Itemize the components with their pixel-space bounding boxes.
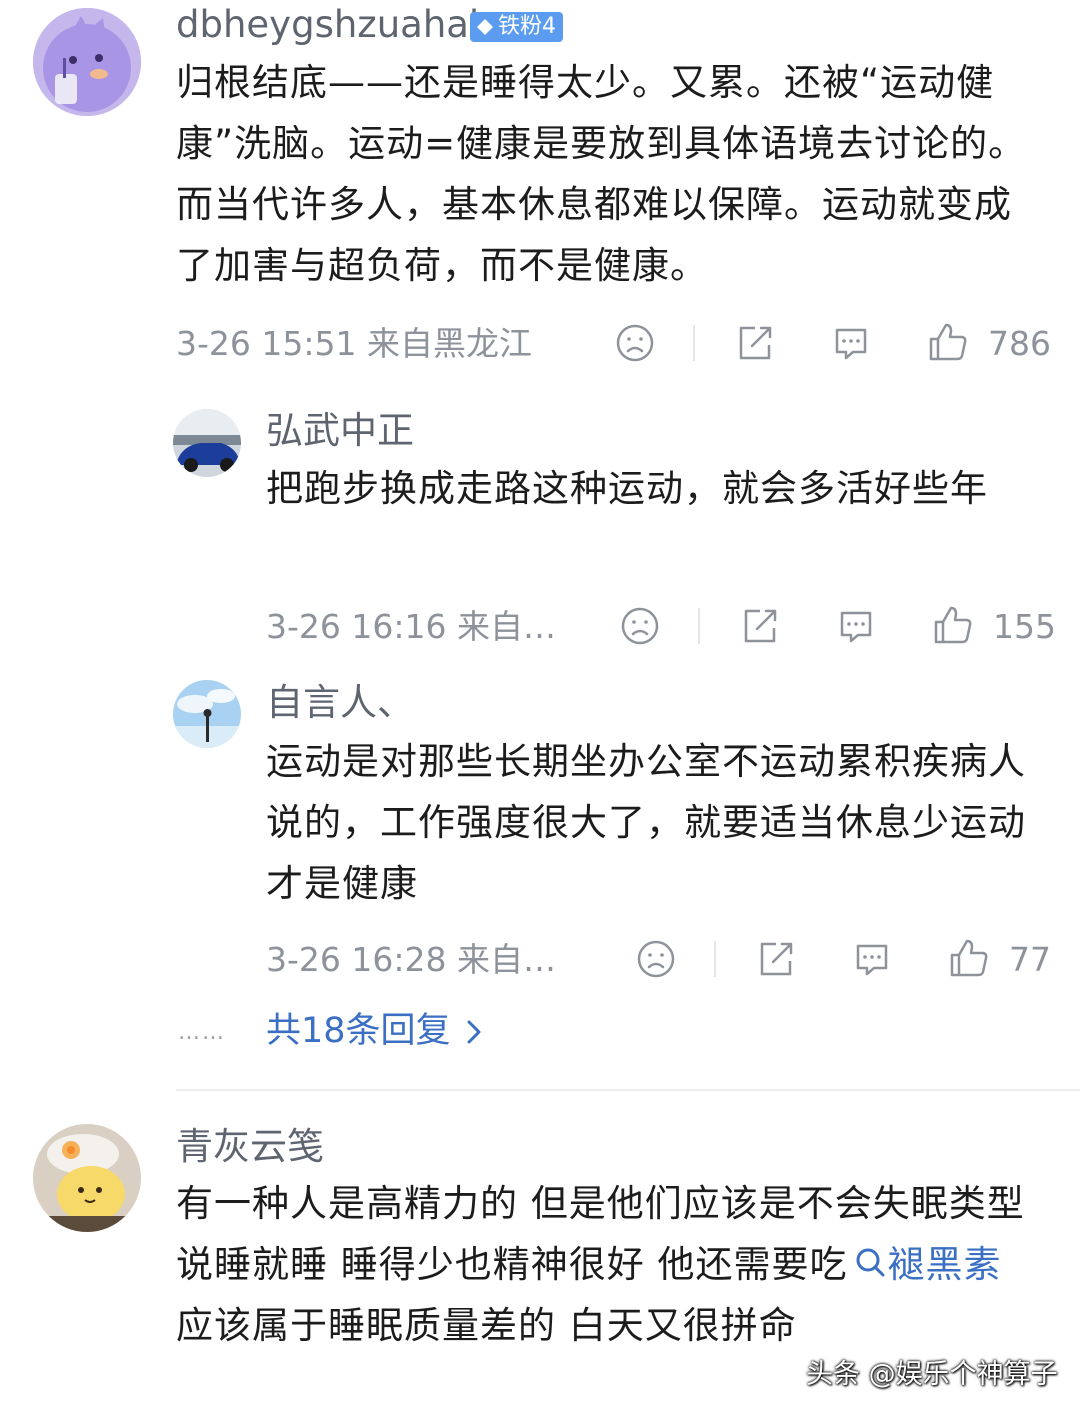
replies-link-label: 共18条回复	[266, 1011, 451, 1051]
comment-meta: 3-26 16:16 来自…	[266, 607, 556, 646]
dislike-face-icon[interactable]	[615, 323, 655, 363]
search-link[interactable]: 褪黑素	[848, 1243, 1002, 1286]
comment-text-part: 应该属于睡眠质量差的 白天又很拼命	[176, 1304, 797, 1347]
reply-icon[interactable]	[852, 939, 892, 979]
like-thumb-icon[interactable]	[948, 937, 990, 979]
username[interactable]: 弘武中正	[266, 412, 414, 449]
search-link-label: 褪黑素	[887, 1243, 1002, 1286]
search-icon	[856, 1248, 885, 1277]
avatar[interactable]	[33, 8, 141, 116]
divider	[693, 325, 695, 361]
fan-level-badge: 铁粉4	[470, 12, 563, 42]
comment-meta: 3-26 16:28 来自…	[266, 940, 556, 979]
comment-text: 归根结底——还是睡得太少。又累。还被“运动健康”洗脑。运动=健康是要放到具体语境…	[176, 61, 1027, 287]
avatar[interactable]	[33, 1124, 141, 1232]
share-icon[interactable]	[756, 939, 796, 979]
divider	[698, 608, 700, 644]
like-count: 155	[993, 607, 1056, 646]
divider	[714, 941, 716, 977]
sky-avatar-icon	[173, 680, 241, 748]
replies-dots: ……	[178, 1020, 226, 1045]
dislike-face-icon[interactable]	[636, 939, 676, 979]
plush-toy-avatar-icon	[33, 1124, 141, 1232]
username[interactable]: 青灰云笺	[176, 1128, 324, 1165]
purple-cartoon-avatar-icon	[33, 8, 141, 116]
like-thumb-icon[interactable]	[927, 321, 969, 363]
watermark: 头条 @娱乐个神算子	[806, 1359, 1058, 1390]
like-count: 77	[1009, 940, 1051, 979]
chevron-right-icon	[467, 1020, 481, 1043]
avatar[interactable]	[173, 680, 241, 748]
share-icon[interactable]	[735, 323, 775, 363]
username[interactable]: dbheygshzuahah	[176, 6, 492, 43]
comment-text: 有一种人是高精力的 但是他们应该是不会失眠类型 说睡就睡 睡得少也精神很好 他还…	[176, 1173, 1046, 1356]
reply-icon[interactable]	[836, 606, 876, 646]
comment-divider	[176, 1089, 1080, 1091]
comment-text: 运动是对那些长期坐办公室不运动累积疾病人说的，工作强度很大了，就要适当休息少运动…	[266, 740, 1026, 905]
avatar[interactable]	[173, 409, 241, 477]
view-all-replies-link[interactable]: 共18条回复	[266, 1014, 481, 1049]
reply-icon[interactable]	[831, 323, 871, 363]
like-count: 786	[988, 324, 1051, 363]
diamond-icon	[477, 19, 493, 35]
comment-meta: 3-26 15:51 来自黑龙江	[176, 324, 532, 363]
username[interactable]: 自言人、	[266, 684, 414, 721]
dislike-face-icon[interactable]	[620, 606, 660, 646]
like-thumb-icon[interactable]	[932, 604, 974, 646]
blue-car-avatar-icon	[173, 409, 241, 477]
share-icon[interactable]	[740, 606, 780, 646]
comment-text: 把跑步换成走路这种运动，就会多活好些年	[266, 467, 988, 510]
badge-label: 铁粉4	[498, 14, 556, 39]
